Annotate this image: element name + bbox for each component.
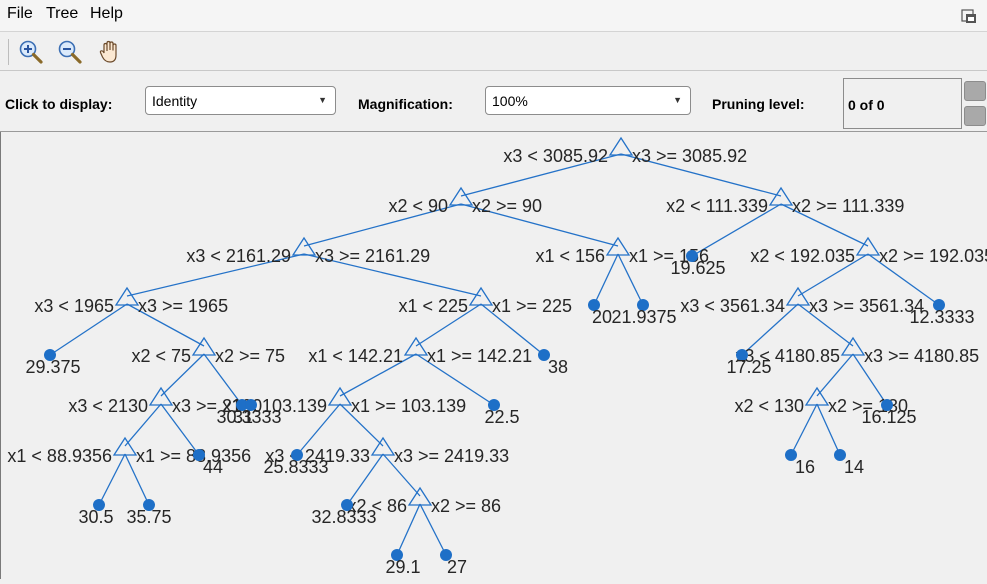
leaf-value: 21.9375 bbox=[611, 307, 676, 327]
split-label-right: x1 >= 142.21 bbox=[427, 346, 532, 366]
split-label-left: x2 < 192.035 bbox=[750, 246, 855, 266]
decision-node-icon bbox=[114, 286, 140, 306]
toolbar-separator bbox=[8, 39, 9, 65]
prune-decrease-button[interactable] bbox=[964, 106, 986, 126]
pruning-level-field: 0 of 0 bbox=[843, 78, 962, 129]
decision-node-icon bbox=[804, 386, 830, 406]
display-label: Click to display: bbox=[5, 96, 113, 112]
leaf-value: 17.25 bbox=[726, 357, 771, 377]
leaf-value: 16.125 bbox=[861, 407, 916, 427]
split-label-right: x2 >= 90 bbox=[472, 196, 542, 216]
magnification-select[interactable]: 100% ▼ bbox=[485, 86, 691, 115]
decision-node-icon bbox=[448, 186, 474, 206]
decision-node-icon bbox=[291, 236, 317, 256]
split-label-right: x1 >= 103.139 bbox=[351, 396, 466, 416]
split-label-left: x3 < 2161.29 bbox=[186, 246, 291, 266]
split-label-right: x3 >= 2161.29 bbox=[315, 246, 430, 266]
decision-node-icon bbox=[370, 436, 396, 456]
split-label-left: x3 < 1965 bbox=[34, 296, 114, 316]
leaf-value: 29.375 bbox=[25, 357, 80, 377]
leaf-value: 12.3333 bbox=[909, 307, 974, 327]
split-label-right: x3 >= 3561.34 bbox=[809, 296, 924, 316]
magnification-select-value: 100% bbox=[492, 93, 528, 109]
chevron-down-icon: ▼ bbox=[673, 95, 682, 105]
menu-file[interactable]: File bbox=[7, 5, 33, 23]
leaf-value: 29.1 bbox=[385, 557, 420, 577]
prune-increase-button[interactable] bbox=[964, 81, 986, 101]
menu-bar: File Tree Help bbox=[0, 0, 987, 32]
split-label-left: x3 < 3085.92 bbox=[503, 146, 608, 166]
split-label-right: x2 >= 111.339 bbox=[792, 196, 904, 216]
leaf-value: 38 bbox=[548, 357, 568, 377]
display-select[interactable]: Identity ▼ bbox=[145, 86, 336, 115]
split-label-left: x1 < 142.21 bbox=[308, 346, 403, 366]
leaf-value: 19.625 bbox=[670, 258, 725, 278]
tree-plot: x3 < 3085.92 x3 >= 3085.92 x2 < 90 x2 >= 90… bbox=[0, 132, 987, 579]
split-label-left: x2 < 111.339 bbox=[666, 196, 768, 216]
split-label-left: x2 < 90 bbox=[388, 196, 448, 216]
split-label-right: x2 >= 86 bbox=[431, 496, 501, 516]
split-label-left: x2 < 75 bbox=[131, 346, 191, 366]
decision-node-icon bbox=[468, 286, 494, 306]
pruning-level-value: 0 of 0 bbox=[848, 97, 885, 113]
decision-node-icon bbox=[112, 436, 138, 456]
decision-node-icon bbox=[608, 136, 634, 156]
undock-icon[interactable] bbox=[961, 8, 977, 24]
leaf-value: 35.75 bbox=[126, 507, 171, 527]
split-label-right: x3 >= 2419.33 bbox=[394, 446, 509, 466]
tree-canvas: x3 < 3085.92 x3 >= 3085.92 x2 < 90 x2 >= 90… bbox=[7, 136, 987, 577]
split-label-left: x3 < 2130 bbox=[68, 396, 148, 416]
leaf-value: 14 bbox=[844, 457, 864, 477]
zoom-in-icon[interactable] bbox=[17, 38, 45, 66]
menu-tree[interactable]: Tree bbox=[46, 5, 78, 23]
zoom-out-icon[interactable] bbox=[56, 38, 84, 66]
leaf-value: 27 bbox=[447, 557, 467, 577]
decision-node-icon bbox=[605, 236, 631, 256]
split-label-left: x1 < 88.9356 bbox=[7, 446, 112, 466]
decision-node-icon bbox=[148, 386, 174, 406]
split-label-left: x1 < 225 bbox=[398, 296, 468, 316]
split-label-right: x3 >= 4180.85 bbox=[864, 346, 979, 366]
split-label-right: x2 >= 192.035 bbox=[879, 246, 987, 266]
decision-node-icon bbox=[407, 486, 433, 506]
split-label-right: x3 >= 3085.92 bbox=[632, 146, 747, 166]
controls-panel: Click to display: Identity ▼ Magnificati… bbox=[0, 71, 987, 132]
decision-node-icon bbox=[855, 236, 881, 256]
leaf-value: 16 bbox=[795, 457, 815, 477]
split-label-right: x3 >= 1965 bbox=[138, 296, 228, 316]
leaf-value: 32.8333 bbox=[311, 507, 376, 527]
toolbar bbox=[0, 33, 987, 71]
leaf-value: 20 bbox=[592, 307, 612, 327]
leaf-value: 30.5 bbox=[78, 507, 113, 527]
split-label-left: x1 < 156 bbox=[535, 246, 605, 266]
magnification-label: Magnification: bbox=[358, 96, 453, 112]
leaf-value: 44 bbox=[203, 457, 223, 477]
leaf-value: 25.8333 bbox=[263, 457, 328, 477]
split-label-right: x2 >= 75 bbox=[215, 346, 285, 366]
chevron-down-icon: ▼ bbox=[318, 95, 327, 105]
menu-help[interactable]: Help bbox=[90, 5, 123, 23]
pan-hand-icon[interactable] bbox=[96, 38, 124, 66]
decision-node-icon bbox=[785, 286, 811, 306]
decision-node-icon bbox=[768, 186, 794, 206]
leaf-value: 30.3333 bbox=[216, 407, 281, 427]
pruning-label: Pruning level: bbox=[712, 96, 805, 112]
decision-node-icon bbox=[327, 386, 353, 406]
leaf-value: 22.5 bbox=[484, 407, 519, 427]
decision-node-icon bbox=[191, 336, 217, 356]
split-label-left: x3 < 3561.34 bbox=[680, 296, 785, 316]
split-label-right: x1 >= 225 bbox=[492, 296, 572, 316]
display-select-value: Identity bbox=[152, 93, 198, 109]
split-label-left: x2 < 130 bbox=[734, 396, 804, 416]
